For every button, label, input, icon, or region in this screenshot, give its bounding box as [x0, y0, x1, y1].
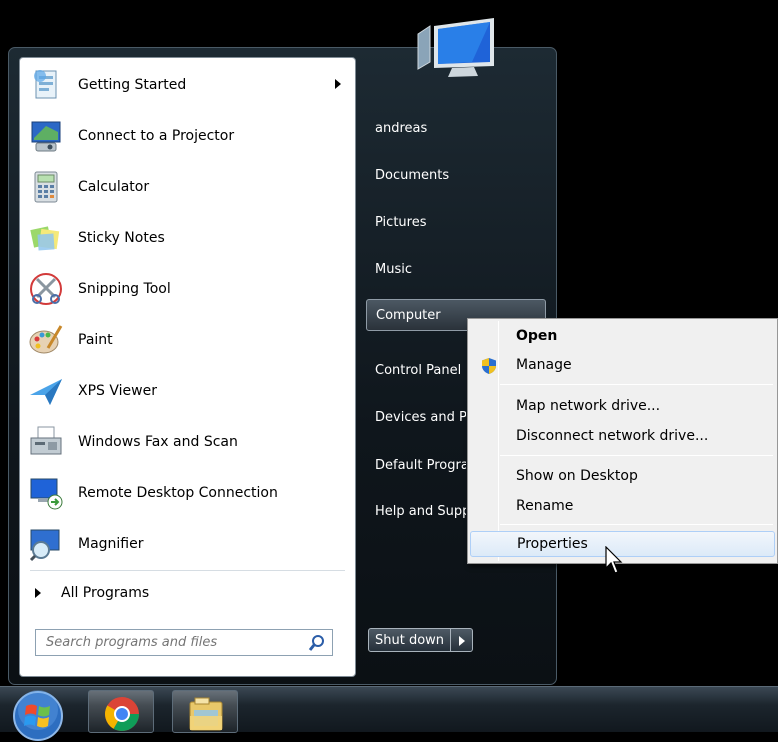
search-icon[interactable]: [306, 632, 328, 654]
program-connect-to-projector[interactable]: Connect to a Projector: [20, 111, 355, 161]
right-item-default-programs[interactable]: Default Programs: [366, 449, 466, 481]
projector-icon: [31, 121, 61, 152]
program-label: Paint: [78, 332, 113, 348]
paper-plane-icon: [30, 379, 62, 405]
programs-separator: [30, 570, 345, 571]
program-label: Magnifier: [78, 536, 144, 552]
program-snipping-tool[interactable]: Snipping Tool: [20, 264, 355, 314]
sticky-notes-icon: [30, 226, 60, 251]
shutdown-button[interactable]: Shut down: [368, 628, 452, 652]
scissors-icon: [30, 273, 62, 305]
right-item-label: Control Panel: [375, 362, 462, 378]
program-sticky-notes[interactable]: Sticky Notes: [20, 213, 355, 263]
calculator-icon: [34, 171, 58, 203]
remote-desktop-icon: [30, 478, 63, 510]
right-item-label: Music: [375, 261, 412, 277]
magnifier-icon: [29, 529, 60, 562]
context-item-map-network-drive[interactable]: Map network drive...: [470, 393, 775, 419]
program-label: Getting Started: [78, 77, 187, 93]
context-item-label: Disconnect network drive...: [516, 428, 709, 444]
program-xps-viewer[interactable]: XPS Viewer: [20, 366, 355, 416]
windows-logo-icon[interactable]: [12, 690, 64, 742]
all-programs-arrow-icon: [35, 588, 41, 598]
right-item-documents[interactable]: Documents: [366, 159, 546, 191]
program-getting-started[interactable]: Getting Started: [20, 60, 355, 110]
program-windows-fax-and-scan[interactable]: Windows Fax and Scan: [20, 417, 355, 467]
right-item-label: Help and Support: [375, 503, 466, 519]
program-label: Sticky Notes: [78, 230, 165, 246]
getting-started-icon: [34, 70, 57, 99]
uac-shield-icon: [482, 358, 496, 374]
right-item-label: Computer: [376, 307, 441, 323]
program-label: Calculator: [78, 179, 150, 195]
context-menu: Open Manage Map network drive... Disconn…: [467, 318, 778, 564]
right-item-pictures[interactable]: Pictures: [366, 206, 546, 238]
right-item-devices-and-printers[interactable]: Devices and Printers: [366, 401, 466, 433]
context-item-label: Map network drive...: [516, 398, 661, 414]
context-item-manage[interactable]: Manage: [470, 352, 775, 378]
right-item-control-panel[interactable]: Control Panel: [366, 354, 466, 386]
program-label: Snipping Tool: [78, 281, 171, 297]
right-item-help-and-support[interactable]: Help and Support: [366, 495, 466, 527]
folder-icon: [189, 697, 223, 731]
chrome-icon: [105, 697, 139, 731]
submenu-arrow-icon: [335, 79, 341, 89]
user-picture-computer-icon[interactable]: [412, 14, 500, 86]
context-item-rename[interactable]: Rename: [470, 493, 775, 519]
context-item-label: Manage: [516, 357, 572, 373]
context-item-open[interactable]: Open: [470, 323, 775, 349]
paint-palette-icon: [29, 325, 63, 354]
context-menu-separator: [500, 384, 773, 385]
program-label: Windows Fax and Scan: [78, 434, 238, 450]
program-magnifier[interactable]: Magnifier: [20, 519, 355, 569]
programs-pane: Getting Started Connect to a Projector C…: [19, 57, 356, 677]
right-item-label: Documents: [375, 167, 450, 183]
shutdown-options-arrow-icon[interactable]: [451, 628, 474, 652]
context-item-label: Show on Desktop: [516, 468, 638, 484]
right-item-label: Default Programs: [375, 457, 466, 473]
all-programs-button[interactable]: All Programs: [20, 578, 355, 608]
all-programs-label: All Programs: [61, 585, 150, 601]
program-label: XPS Viewer: [78, 383, 157, 399]
right-item-label: Pictures: [375, 214, 427, 230]
program-calculator[interactable]: Calculator: [20, 162, 355, 212]
search-box[interactable]: [35, 629, 333, 656]
right-item-label: andreas: [375, 120, 428, 136]
fax-icon: [30, 426, 62, 455]
mouse-cursor-icon: [605, 546, 623, 574]
context-item-disconnect-network-drive[interactable]: Disconnect network drive...: [470, 423, 775, 449]
context-menu-separator: [500, 455, 773, 456]
search-input[interactable]: [36, 630, 306, 655]
context-menu-separator: [500, 524, 773, 525]
right-item-music[interactable]: Music: [366, 253, 546, 285]
context-item-label: Open: [516, 328, 558, 344]
taskbar: [0, 686, 778, 741]
program-label: Remote Desktop Connection: [78, 485, 278, 501]
context-item-label: Properties: [517, 536, 588, 552]
program-label: Connect to a Projector: [78, 128, 235, 144]
taskbar-chrome-button[interactable]: [88, 690, 154, 733]
context-item-label: Rename: [516, 498, 574, 514]
right-item-user[interactable]: andreas: [366, 112, 546, 144]
program-remote-desktop-connection[interactable]: Remote Desktop Connection: [20, 468, 355, 518]
right-item-label: Devices and Printers: [375, 409, 466, 425]
context-item-show-on-desktop[interactable]: Show on Desktop: [470, 463, 775, 489]
shutdown-control: Shut down: [368, 628, 474, 652]
taskbar-explorer-button[interactable]: [172, 690, 238, 733]
program-paint[interactable]: Paint: [20, 315, 355, 365]
